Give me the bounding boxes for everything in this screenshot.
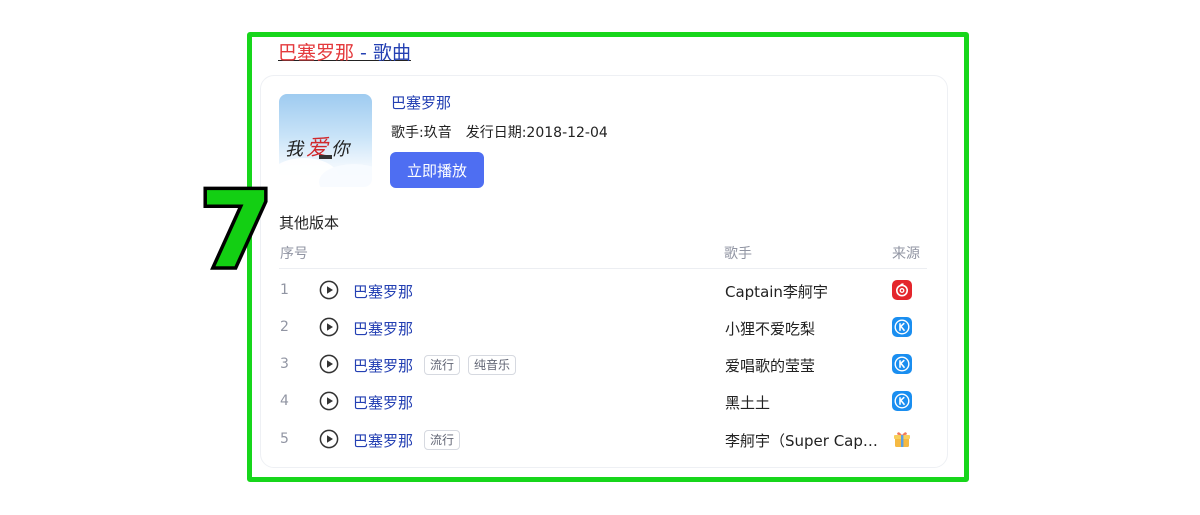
play-circle-icon[interactable]	[319, 429, 339, 449]
play-now-button[interactable]: 立即播放	[390, 152, 484, 188]
row-tags: 流行 纯音乐	[424, 355, 517, 375]
version-row[interactable]: 1 巴塞罗那 Captain李舸宇	[0, 272, 1200, 309]
row-song-name[interactable]: 巴塞罗那	[353, 430, 413, 451]
play-circle-icon[interactable]	[319, 354, 339, 374]
version-row[interactable]: 3 巴塞罗那 流行 纯音乐 爱唱歌的莹莹	[0, 346, 1200, 383]
row-singer[interactable]: Captain李舸宇	[725, 281, 883, 302]
row-index: 3	[280, 356, 289, 372]
row-index: 1	[280, 282, 289, 298]
row-index: 2	[280, 319, 289, 335]
row-index: 4	[280, 393, 289, 409]
play-circle-icon[interactable]	[319, 280, 339, 300]
version-row[interactable]: 2 巴塞罗那 小狸不爱吃梨	[0, 309, 1200, 346]
row-song-name[interactable]: 巴塞罗那	[353, 318, 413, 339]
header-source: 来源	[892, 246, 920, 262]
genre-tag: 流行	[424, 430, 461, 450]
row-singer[interactable]: 黑土土	[725, 392, 883, 413]
header-singer: 歌手	[724, 246, 752, 262]
genre-tag: 流行	[424, 355, 461, 375]
version-row[interactable]: 4 巴塞罗那 黑土土	[0, 383, 1200, 420]
row-tags: 流行	[424, 430, 461, 450]
song-name-link[interactable]: 巴塞罗那	[391, 92, 451, 113]
row-singer[interactable]: 李舸宇（Super Captain）	[725, 430, 883, 451]
genre-tag: 纯音乐	[468, 355, 517, 375]
title-highlight[interactable]: 巴塞罗那	[278, 42, 354, 64]
play-circle-icon[interactable]	[319, 391, 339, 411]
row-singer[interactable]: 爱唱歌的莹莹	[725, 355, 883, 376]
row-song-name[interactable]: 巴塞罗那	[353, 392, 413, 413]
release-date: 发行日期:2018-12-04	[465, 125, 608, 141]
step-number-badge: 7	[196, 169, 275, 291]
row-singer[interactable]: 小狸不爱吃梨	[725, 318, 883, 339]
other-versions-title: 其他版本	[279, 214, 340, 232]
header-index: 序号	[280, 246, 308, 262]
title-rest[interactable]: - 歌曲	[354, 42, 411, 64]
cover-tag	[319, 155, 332, 159]
header-divider	[279, 268, 927, 269]
row-song-name[interactable]: 巴塞罗那	[353, 355, 413, 376]
version-row[interactable]: 5 巴塞罗那流行 李舸宇（Super Captain）	[0, 421, 1200, 458]
album-cover[interactable]: 我爱你	[279, 94, 372, 187]
row-index: 5	[280, 431, 289, 447]
row-song-name[interactable]: 巴塞罗那	[353, 281, 413, 302]
result-title-link[interactable]: 巴塞罗那 - 歌曲	[278, 40, 411, 66]
song-meta: 歌手:玖音 发行日期:2018-12-04	[391, 122, 608, 142]
singer-info: 歌手:玖音	[391, 125, 452, 141]
play-circle-icon[interactable]	[319, 317, 339, 337]
